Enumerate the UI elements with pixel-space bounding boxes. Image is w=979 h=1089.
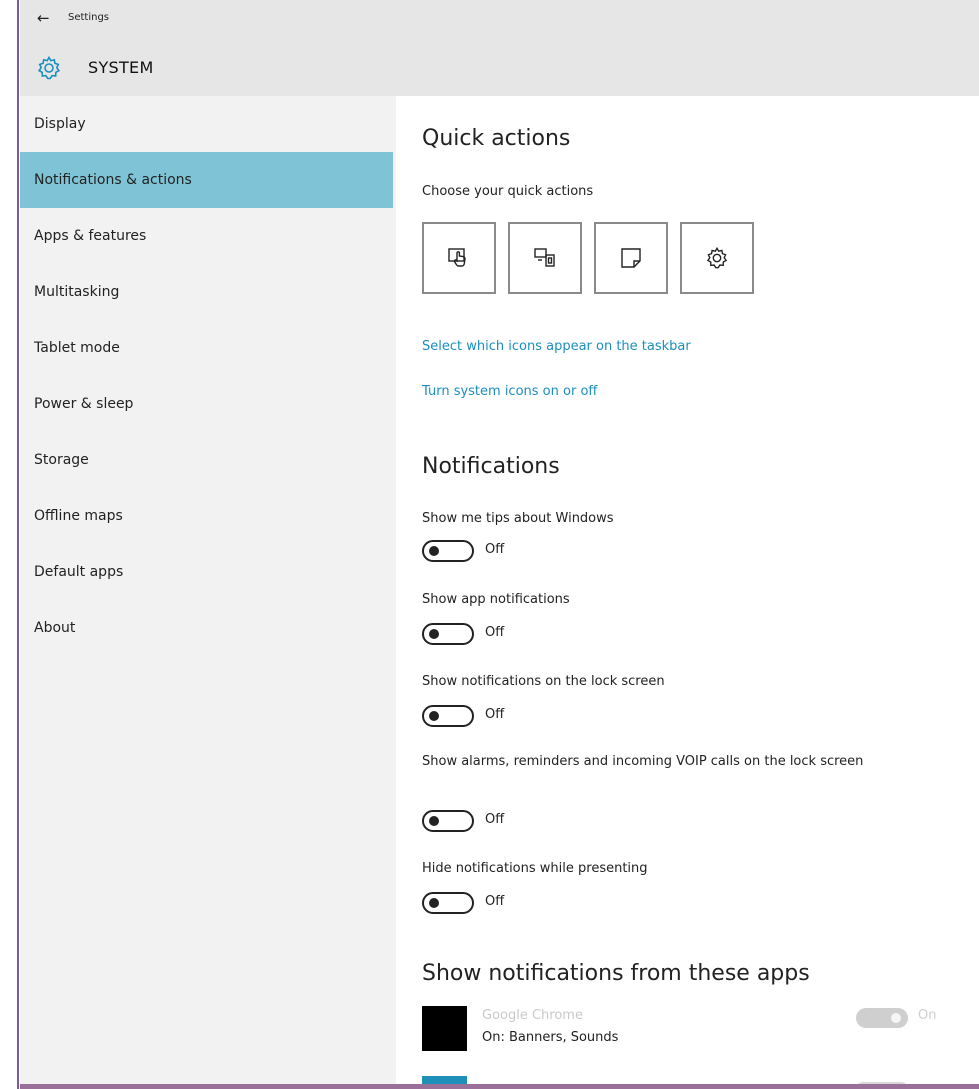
sidebar-item-apps-features[interactable]: Apps & features	[20, 208, 393, 264]
main-content: Quick actions Choose your quick actions	[396, 96, 979, 1089]
toggle-lock-screen[interactable]	[422, 705, 474, 727]
gear-icon	[37, 55, 61, 80]
sidebar-item-default-apps[interactable]: Default apps	[20, 544, 393, 600]
sidebar-item-tablet-mode[interactable]: Tablet mode	[20, 320, 393, 376]
toggle-knob	[429, 629, 439, 639]
quick-action-tile-3[interactable]	[594, 222, 668, 294]
setting-toggle-row-alarms-voip: Off	[422, 810, 542, 832]
sidebar-item-display[interactable]: Display	[20, 96, 393, 152]
toggle-state-tips: Off	[485, 542, 505, 557]
apps-notifications-heading: Show notifications from these apps	[422, 961, 810, 986]
note-icon	[621, 248, 641, 268]
settings-gear-icon	[706, 246, 728, 269]
quick-action-tile-1[interactable]	[422, 222, 496, 294]
back-arrow-icon[interactable]: ←	[37, 9, 50, 27]
app-notification-detail: On: Banners, Sounds	[482, 1030, 619, 1045]
settings-window: ← Settings SYSTEM Display Notifications …	[0, 0, 979, 1089]
page-title: SYSTEM	[88, 58, 154, 77]
sidebar-item-storage[interactable]: Storage	[20, 432, 393, 488]
notifications-heading: Notifications	[422, 454, 560, 479]
toggle-alarms-voip[interactable]	[422, 810, 474, 832]
setting-label-tips: Show me tips about Windows	[422, 511, 614, 526]
setting-toggle-row-lock-screen: Off	[422, 705, 542, 727]
setting-toggle-row-presenting: Off	[422, 892, 542, 914]
toggle-state-app-notifications: Off	[485, 625, 505, 640]
window-edge-line	[17, 0, 19, 1089]
sidebar-item-about[interactable]: About	[20, 600, 393, 656]
connect-icon	[534, 248, 555, 267]
setting-label-lock-screen: Show notifications on the lock screen	[422, 674, 665, 689]
sidebar-item-power-sleep[interactable]: Power & sleep	[20, 376, 393, 432]
quick-actions-heading: Quick actions	[422, 126, 571, 151]
setting-label-presenting: Hide notifications while presenting	[422, 861, 648, 876]
window-left-edge	[0, 0, 20, 1089]
toggle-app-notifications[interactable]	[422, 623, 474, 645]
toggle-knob	[429, 546, 439, 556]
toggle-knob	[891, 1013, 901, 1023]
sidebar: Display Notifications & actions Apps & f…	[20, 96, 396, 1089]
sidebar-item-notifications-actions[interactable]: Notifications & actions	[20, 152, 393, 208]
app-toggle-google-chrome[interactable]	[856, 1008, 908, 1028]
turn-system-icons-link[interactable]: Turn system icons on or off	[422, 384, 597, 399]
window-bottom-edge	[20, 1084, 979, 1089]
sidebar-item-offline-maps[interactable]: Offline maps	[20, 488, 393, 544]
setting-label-app-notifications: Show app notifications	[422, 592, 570, 607]
title-bar: ← Settings SYSTEM	[20, 0, 979, 96]
window-title: Settings	[68, 12, 110, 23]
setting-toggle-row-tips: Off	[422, 540, 542, 562]
toggle-knob	[429, 816, 439, 826]
toggle-state-alarms-voip: Off	[485, 812, 505, 827]
tablet-mode-icon	[448, 248, 466, 267]
toggle-presenting[interactable]	[422, 892, 474, 914]
toggle-state-lock-screen: Off	[485, 707, 505, 722]
toggle-knob	[429, 898, 439, 908]
toggle-state-presenting: Off	[485, 894, 505, 909]
toggle-tips[interactable]	[422, 540, 474, 562]
app-name: Google Chrome	[482, 1008, 583, 1023]
setting-toggle-row-app-notifications: Off	[422, 623, 542, 645]
setting-label-alarms-voip: Show alarms, reminders and incoming VOIP…	[422, 754, 864, 769]
quick-action-tile-2[interactable]	[508, 222, 582, 294]
google-chrome-app-icon	[422, 1006, 467, 1051]
app-row-google-chrome[interactable]: Google Chrome On: Banners, Sounds On	[422, 1006, 962, 1068]
quick-action-tile-4[interactable]	[680, 222, 754, 294]
sidebar-item-multitasking[interactable]: Multitasking	[20, 264, 393, 320]
select-taskbar-icons-link[interactable]: Select which icons appear on the taskbar	[422, 339, 691, 354]
toggle-knob	[429, 711, 439, 721]
app-toggle-state: On	[918, 1008, 937, 1023]
quick-actions-subheading: Choose your quick actions	[422, 184, 594, 199]
quick-actions-tiles	[422, 222, 762, 294]
